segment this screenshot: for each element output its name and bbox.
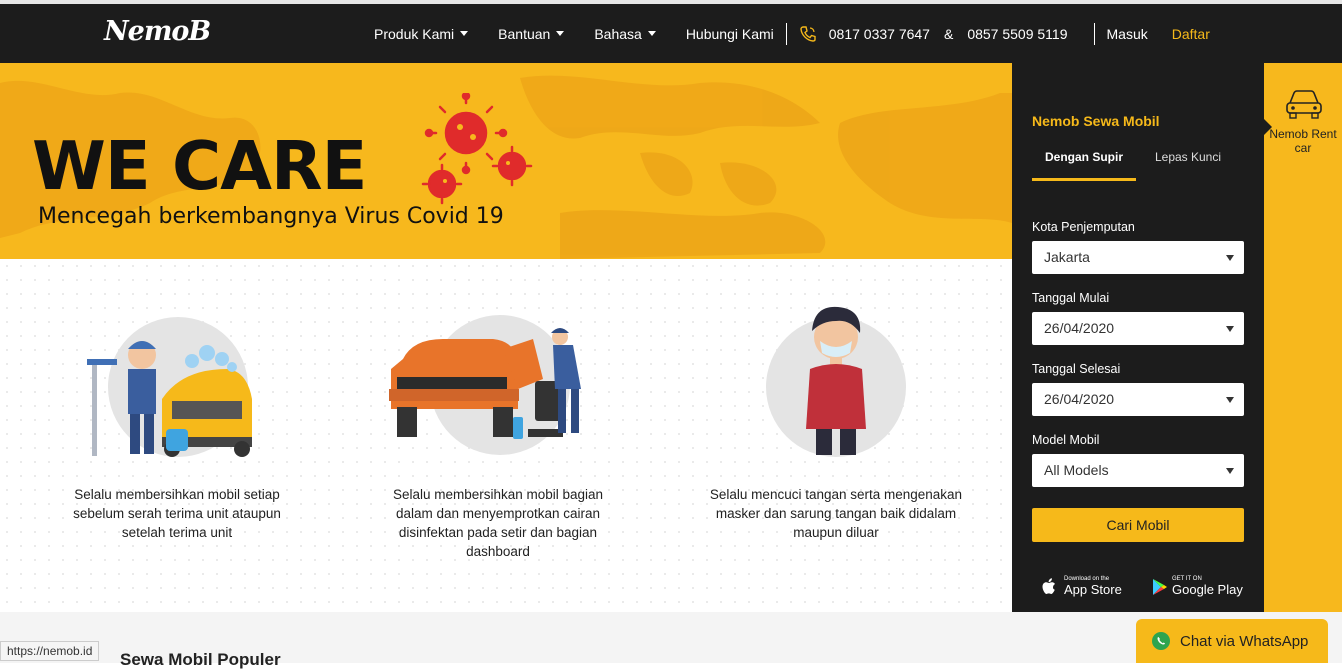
end-date-value: 26/04/2020: [1044, 391, 1115, 407]
nav-divider: [785, 22, 787, 45]
google-play-icon: [1153, 578, 1167, 595]
pickup-city-value: Jakarta: [1044, 249, 1090, 265]
rent-car-tab[interactable]: Nemob Rent car: [1264, 63, 1342, 612]
start-date-value: 26/04/2020: [1044, 320, 1115, 336]
car-model-label: Model Mobil: [1032, 433, 1100, 447]
car-disinfect-illustration: [389, 328, 581, 439]
whatsapp-chat-button[interactable]: Chat via WhatsApp: [1136, 619, 1328, 663]
phone-number-1[interactable]: 0817 0337 7647: [829, 26, 930, 42]
start-date-select[interactable]: 26/04/2020: [1032, 312, 1244, 345]
car-icon: [1286, 90, 1322, 119]
pickup-city-label: Kota Penjemputan: [1032, 220, 1135, 234]
phone-icon: [800, 25, 816, 42]
car-model-select[interactable]: All Models: [1032, 454, 1244, 487]
pickup-city-select[interactable]: Jakarta: [1032, 241, 1244, 274]
hero-banner: WE CARE Mencegah berkembangnya Virus Cov…: [0, 63, 1012, 259]
safety-card-2: Selalu membersihkan mobil bagian dalam d…: [383, 289, 613, 559]
nav-bahasa-label: Bahasa: [594, 25, 642, 42]
safety-card-3: Selalu mencuci tangan serta mengenakan m…: [700, 289, 972, 549]
phone-separator: &: [943, 25, 954, 42]
chevron-down-icon: [460, 31, 469, 36]
main-nav: Produk Kami Bantuan Bahasa Hubungi Kami …: [374, 4, 1210, 63]
nav-hubungi-kami-label: Hubungi Kami: [685, 25, 774, 42]
dropdown-arrow-icon: [1226, 397, 1234, 403]
dropdown-arrow-icon: [1226, 468, 1234, 474]
safety-measures-section: Selalu membersihkan mobil setiap sebelum…: [0, 259, 1012, 612]
safety-card-1-text: Selalu membersihkan mobil setiap sebelum…: [73, 487, 281, 540]
rent-car-label: Nemob Rent car: [1269, 127, 1337, 155]
end-date-select[interactable]: 26/04/2020: [1032, 383, 1244, 416]
search-car-button[interactable]: Cari Mobil: [1032, 508, 1244, 542]
safety-card-1: Selalu membersihkan mobil setiap sebelum…: [62, 289, 292, 549]
chevron-down-icon: [647, 31, 656, 36]
virus-icon: [421, 93, 533, 205]
whatsapp-label: Chat via WhatsApp: [1180, 632, 1309, 650]
dropdown-arrow-icon: [1226, 326, 1234, 332]
section-title: Sewa Mobil Populer: [120, 650, 281, 669]
booking-panel: Nemob Sewa Mobil Dengan Supir Lepas Kunc…: [1012, 63, 1264, 612]
nav-bahasa[interactable]: Bahasa: [594, 25, 656, 42]
tab-dengan-supir[interactable]: Dengan Supir: [1032, 149, 1136, 181]
nav-produk-kami[interactable]: Produk Kami: [374, 25, 469, 42]
phone-number-2[interactable]: 0857 5509 5119: [967, 26, 1067, 42]
login-link[interactable]: Masuk: [1107, 26, 1148, 42]
nav-produk-kami-label: Produk Kami: [374, 25, 455, 42]
app-store-badge[interactable]: Download on the App Store: [1040, 576, 1122, 597]
start-date-label: Tanggal Mulai: [1032, 291, 1110, 305]
top-navbar: NemoB Produk Kami Bantuan Bahasa Hubungi…: [0, 0, 1342, 63]
car-model-value: All Models: [1044, 462, 1109, 478]
hero-title: WE CARE: [32, 127, 367, 205]
safety-card-2-text: Selalu membersihkan mobil bagian dalam d…: [392, 487, 604, 559]
dropdown-arrow-icon: [1226, 255, 1234, 261]
safety-card-3-text: Selalu mencuci tangan serta mengenakan m…: [709, 487, 963, 540]
google-play-big-text: Google Play: [1172, 582, 1243, 597]
status-bar-url: https://nemob.id: [0, 641, 100, 661]
google-play-badge[interactable]: GET IT ON Google Play: [1152, 576, 1243, 597]
nemob-logo[interactable]: NemoB: [104, 16, 211, 47]
app-store-big-text: App Store: [1064, 582, 1122, 597]
nav-divider: [1093, 22, 1095, 45]
end-date-label: Tanggal Selesai: [1032, 362, 1121, 376]
masked-person-illustration: [806, 306, 866, 455]
chevron-down-icon: [556, 31, 565, 36]
whatsapp-icon: [1152, 632, 1170, 650]
apple-icon: [1042, 577, 1055, 594]
register-link[interactable]: Daftar: [1172, 26, 1210, 42]
tab-lepas-kunci[interactable]: Lepas Kunci: [1138, 149, 1238, 166]
car-wash-illustration: [87, 341, 252, 457]
nav-hubungi-kami[interactable]: Hubungi Kami: [686, 26, 774, 42]
nav-bantuan[interactable]: Bantuan: [498, 25, 565, 42]
booking-title: Nemob Sewa Mobil: [1032, 113, 1160, 129]
nav-bantuan-label: Bantuan: [498, 25, 551, 42]
